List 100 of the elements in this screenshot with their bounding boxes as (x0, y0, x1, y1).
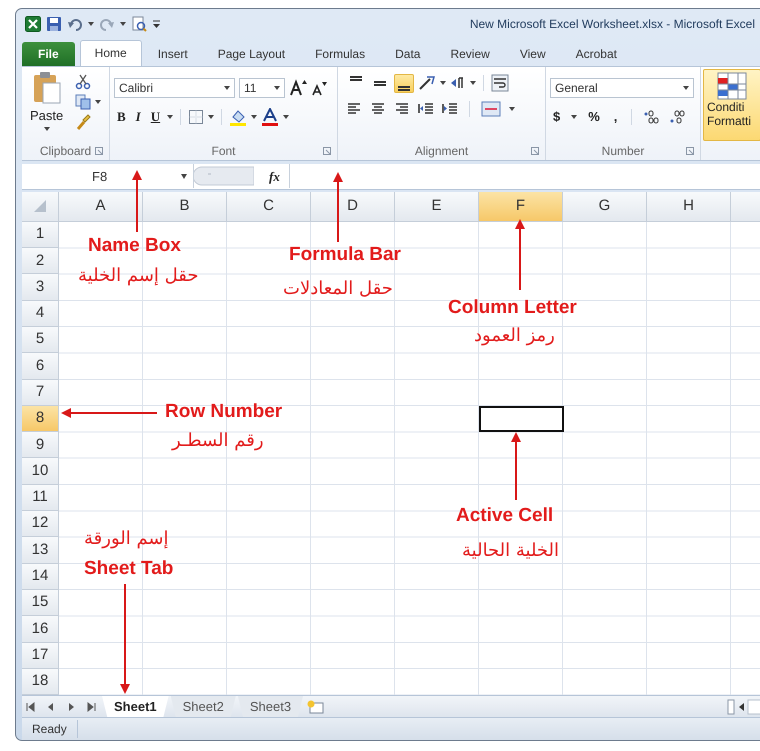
row-header[interactable]: 15 (22, 590, 59, 616)
caret-icon[interactable] (95, 100, 102, 104)
annotation-label: Name Box (88, 236, 181, 257)
number-format-field[interactable]: General (550, 78, 694, 98)
font-color-icon[interactable] (261, 108, 280, 126)
column-header[interactable]: D (311, 192, 395, 222)
percent-button[interactable]: % (585, 106, 603, 128)
caret-icon[interactable] (167, 114, 174, 118)
ribbon-tab[interactable]: Home (80, 40, 142, 66)
conditional-formatting-button[interactable]: Conditi Formatti (703, 68, 760, 141)
dialog-launcher-icon[interactable] (95, 147, 103, 156)
underline-button[interactable]: U (148, 106, 164, 128)
decrease-decimal-icon[interactable] (669, 108, 688, 124)
sheet-tab[interactable]: Sheet1 (102, 696, 169, 718)
column-header[interactable]: G (563, 192, 647, 222)
column-header[interactable]: E (395, 192, 479, 222)
align-right-icon[interactable] (394, 101, 410, 116)
row-header[interactable]: 9 (22, 432, 59, 458)
clipboard-icon (32, 72, 61, 104)
paste-button[interactable]: Paste (26, 70, 68, 142)
bottom-align-icon (397, 86, 411, 91)
sheet-tab[interactable]: Sheet2 (170, 696, 236, 718)
caret-icon[interactable] (440, 81, 446, 86)
customize-toolbar-icon[interactable] (152, 18, 161, 30)
copy-icon[interactable] (75, 94, 92, 110)
row-header[interactable]: 10 (22, 458, 59, 485)
undo-icon[interactable] (67, 16, 83, 32)
fill-color-icon[interactable] (229, 108, 248, 126)
row-header[interactable]: 4 (22, 300, 59, 327)
row-header[interactable]: 1 (22, 222, 59, 248)
spreadsheet-app-icon (25, 16, 41, 32)
row-header[interactable]: 5 (22, 327, 59, 354)
ribbon-tab[interactable]: Acrobat (562, 42, 631, 66)
wrap-text-icon[interactable] (491, 74, 509, 92)
caret-icon[interactable] (509, 106, 515, 111)
bold-button[interactable]: B (114, 106, 129, 128)
row-header[interactable]: 7 (22, 380, 59, 406)
scrollbar-icon[interactable] (727, 698, 760, 715)
print-preview-icon[interactable] (131, 16, 147, 32)
ribbon-tab[interactable]: Page Layout (204, 42, 300, 66)
caret-icon[interactable] (208, 114, 214, 118)
row-header[interactable]: 12 (22, 511, 59, 538)
scissors-icon[interactable] (75, 74, 92, 90)
status-text: Ready (22, 720, 78, 738)
merge-cells-icon[interactable] (481, 100, 501, 117)
increase-decimal-icon[interactable] (643, 108, 662, 124)
italic-button[interactable]: I (132, 106, 144, 128)
grow-font-icon[interactable] (289, 78, 307, 97)
decrease-indent-icon[interactable] (418, 101, 434, 116)
caret-icon[interactable] (283, 114, 290, 118)
column-header[interactable]: C (227, 192, 311, 222)
comma-button[interactable]: , (610, 106, 620, 128)
column-header[interactable]: H (647, 192, 731, 222)
caret-icon[interactable] (251, 114, 258, 118)
font-name-field[interactable]: Calibri (114, 78, 235, 98)
align-left-icon[interactable] (346, 101, 362, 116)
caret-icon[interactable] (88, 22, 94, 26)
new-sheet-icon[interactable] (305, 698, 326, 715)
insert-function-button[interactable]: fx (266, 166, 283, 188)
caret-icon[interactable] (120, 22, 126, 26)
row-header[interactable]: 16 (22, 616, 59, 643)
font-size-field[interactable]: 11 (239, 78, 285, 98)
row-header[interactable]: 3 (22, 274, 59, 301)
row-header[interactable]: 6 (22, 353, 59, 380)
annotation-label: إسم الورقة (84, 529, 169, 549)
ribbon-tab[interactable]: Formulas (301, 42, 380, 66)
ribbon-tab[interactable]: Review (436, 42, 504, 66)
caret-icon[interactable] (470, 81, 476, 86)
first-sheet-icon[interactable] (25, 700, 37, 713)
corner-triangle-icon (34, 200, 46, 212)
row-header[interactable]: 17 (22, 642, 59, 669)
row-header[interactable]: 14 (22, 564, 59, 590)
column-header[interactable]: B (143, 192, 227, 222)
ribbon-tab[interactable]: Data (381, 42, 434, 66)
row-header[interactable]: 8 (22, 406, 59, 432)
row-header[interactable]: 2 (22, 248, 59, 274)
save-icon[interactable] (46, 16, 62, 32)
row-header[interactable]: 13 (22, 537, 59, 564)
increase-indent-icon[interactable] (442, 101, 458, 116)
center-icon[interactable] (370, 101, 386, 116)
group-label: Alignment (414, 143, 468, 160)
vertical-align-button[interactable] (394, 74, 414, 93)
conditional-format-icon (717, 72, 747, 100)
angle-text-icon[interactable] (418, 75, 436, 92)
ribbon-tab[interactable]: View (506, 42, 560, 66)
column-header[interactable]: A (59, 192, 143, 222)
currency-button[interactable]: $ (550, 106, 564, 128)
dialog-launcher-icon[interactable] (323, 147, 331, 156)
dialog-launcher-icon[interactable] (531, 147, 539, 156)
column-header[interactable]: F (479, 192, 563, 222)
row-header[interactable]: 11 (22, 484, 59, 512)
active-cell[interactable] (479, 406, 564, 432)
row-header[interactable]: 18 (22, 668, 59, 696)
dialog-launcher-icon[interactable] (686, 147, 694, 156)
file-tab[interactable]: File (22, 42, 75, 66)
last-sheet-icon[interactable] (85, 700, 97, 713)
sheet-tab[interactable]: Sheet3 (238, 696, 304, 718)
caret-icon[interactable] (571, 114, 578, 118)
brush-icon[interactable] (75, 114, 92, 130)
ribbon-tab[interactable]: Insert (144, 42, 202, 66)
